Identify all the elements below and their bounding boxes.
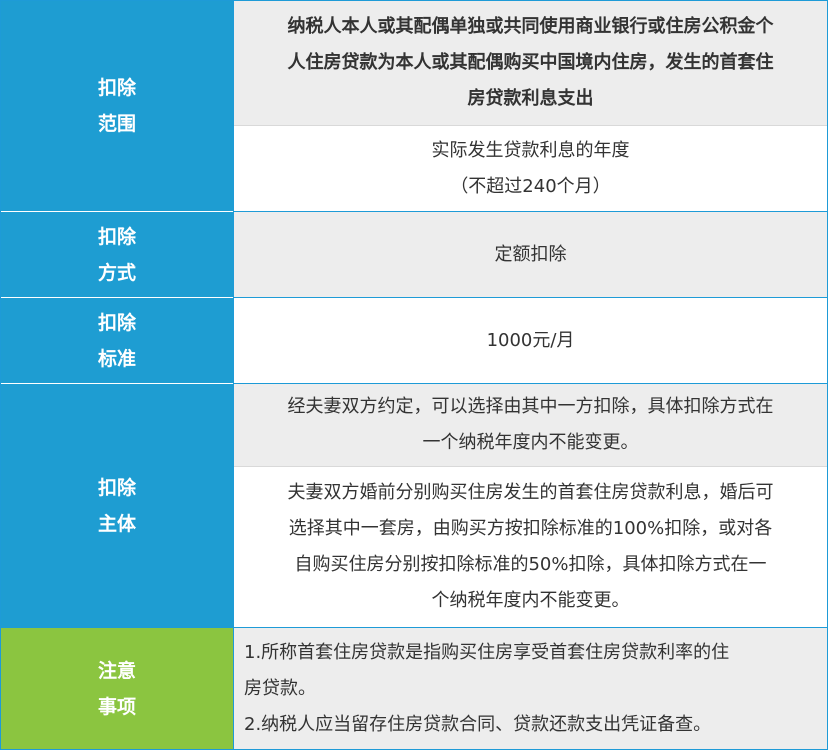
note-line: 2.纳税人应当留存住房贷款合同、贷款还款支出凭证备查。 [244, 713, 712, 735]
scope-text-line: 房贷款利息支出 [467, 88, 594, 109]
subject-para1-line: 一个纳税年度内不能变更。 [422, 432, 639, 453]
notes-label-line2: 事项 [97, 695, 136, 718]
subject-label-line2: 主体 [97, 512, 136, 535]
scope-label-line2: 范围 [97, 113, 136, 135]
note-line: 房贷款。 [244, 677, 316, 699]
subject-para2-line: 个纳税年度内不能变更。 [431, 590, 630, 611]
scope-label: 扣除 范围 [1, 1, 233, 211]
scope-period-line1: 实际发生贷款利息的年度 [431, 139, 630, 161]
notes-value-cell: 1.所称首套住房贷款是指购买住房享受首套住房贷款利率的住 房贷款。 2.纳税人应… [233, 628, 827, 749]
subject-para2: 夫妻双方婚前分别购买住房发生的首套住房贷款利息，婚后可 选择其中一套房，由购买方… [234, 466, 827, 627]
standard-label-line2: 标准 [97, 347, 136, 370]
deduction-table: 扣除 范围 纳税人本人或其配偶单独或共同使用商业银行或住房公积金个 人住房贷款为… [0, 0, 828, 750]
subject-para1-line: 经夫妻双方约定，可以选择由其中一方扣除，具体扣除方式在 [287, 396, 774, 417]
note-line: 1.所称首套住房贷款是指购买住房享受首套住房贷款利率的住 [244, 641, 730, 663]
standard-value-cell: 1000元/月 [233, 298, 827, 383]
subject-para2-line: 选择其中一套房，由购买方按扣除标准的100%扣除，或对各 [288, 518, 773, 539]
method-label-line1: 扣除 [97, 225, 136, 248]
scope-row: 扣除 范围 纳税人本人或其配偶单独或共同使用商业银行或住房公积金个 人住房贷款为… [1, 1, 827, 211]
subject-value-cell: 经夫妻双方约定，可以选择由其中一方扣除，具体扣除方式在 一个纳税年度内不能变更。… [233, 384, 827, 627]
notes-list: 1.所称首套住房贷款是指购买住房享受首套住房贷款利率的住 房贷款。 2.纳税人应… [234, 628, 827, 749]
scope-period-line2: （不超过240个月） [450, 175, 611, 197]
method-value-cell: 定额扣除 [233, 212, 827, 297]
scope-period: 实际发生贷款利息的年度 （不超过240个月） [234, 125, 827, 211]
subject-label-line1: 扣除 [97, 476, 136, 499]
subject-label: 扣除 主体 [1, 384, 233, 627]
subject-row: 扣除 主体 经夫妻双方约定，可以选择由其中一方扣除，具体扣除方式在 一个纳税年度… [1, 384, 827, 627]
notes-row: 注意 事项 1.所称首套住房贷款是指购买住房享受首套住房贷款利率的住 房贷款。 … [1, 628, 827, 749]
subject-para1: 经夫妻双方约定，可以选择由其中一方扣除，具体扣除方式在 一个纳税年度内不能变更。 [234, 384, 827, 466]
scope-value-cell: 纳税人本人或其配偶单独或共同使用商业银行或住房公积金个 人住房贷款为本人或其配偶… [233, 1, 827, 211]
method-label-line2: 方式 [97, 261, 136, 284]
notes-label: 注意 事项 [1, 628, 233, 749]
standard-text: 1000元/月 [486, 329, 575, 351]
method-value: 定额扣除 [234, 212, 827, 297]
scope-text-line: 纳税人本人或其配偶单独或共同使用商业银行或住房公积金个 [287, 16, 774, 37]
scope-label-line1: 扣除 [97, 77, 136, 99]
method-text: 定额扣除 [494, 243, 567, 265]
standard-label: 扣除 标准 [1, 298, 233, 383]
standard-value: 1000元/月 [234, 298, 827, 383]
method-label: 扣除 方式 [1, 212, 233, 297]
method-row: 扣除 方式 定额扣除 [1, 212, 827, 297]
scope-text-line: 人住房贷款为本人或其配偶购买中国境内住房，发生的首套住 [287, 52, 774, 73]
standard-label-line1: 扣除 [97, 311, 136, 334]
standard-row: 扣除 标准 1000元/月 [1, 298, 827, 383]
scope-description: 纳税人本人或其配偶单独或共同使用商业银行或住房公积金个 人住房贷款为本人或其配偶… [234, 1, 827, 125]
subject-para2-line: 夫妻双方婚前分别购买住房发生的首套住房贷款利息，婚后可 [287, 482, 774, 503]
subject-para2-line: 自购买住房分别按扣除标准的50%扣除，具体扣除方式在一 [294, 554, 767, 575]
notes-label-line1: 注意 [97, 659, 136, 682]
